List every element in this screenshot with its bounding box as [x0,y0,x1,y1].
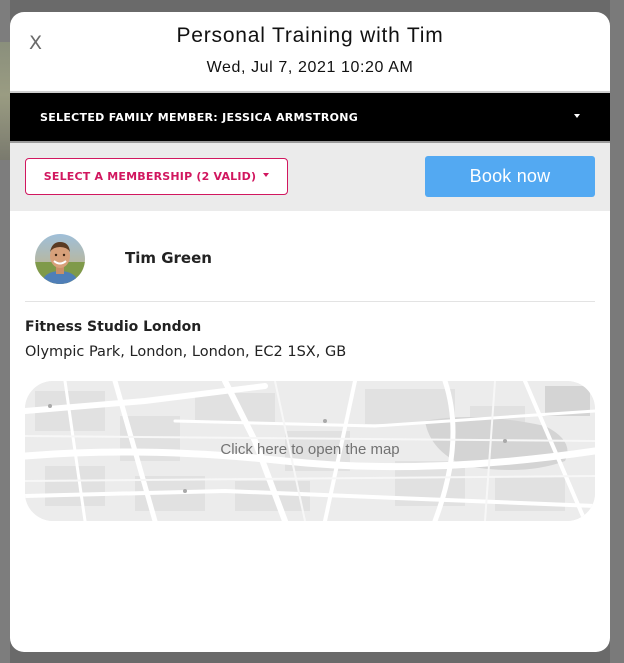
trainer-row: Tim Green [10,211,610,301]
membership-button-label: SELECT A MEMBERSHIP (2 VALID) [43,170,257,183]
map-preview[interactable]: Click here to open the map [25,381,595,521]
caret-down-icon [574,114,580,118]
select-membership-button[interactable]: SELECT A MEMBERSHIP (2 VALID) [25,158,288,195]
background-page-right [610,0,624,663]
family-member-label: SELECTED FAMILY MEMBER: JESSICA ARMSTRON… [40,110,359,124]
open-map-prompt: Click here to open the map [220,441,400,458]
trainer-name: Tim Green [125,249,212,267]
family-member-dropdown[interactable]: SELECTED FAMILY MEMBER: JESSICA ARMSTRON… [10,91,610,143]
session-datetime: Wed, Jul 7, 2021 10:20 AM [206,59,414,76]
modal-title: Personal Training with Tim [176,24,444,47]
trainer-avatar [35,234,85,284]
venue-name: Fitness Studio London [25,319,202,335]
divider [25,301,595,302]
caret-down-icon [263,172,270,177]
book-now-button[interactable]: Book now [425,156,595,197]
background-photo [0,42,10,160]
booking-modal: X Personal Training with Tim Wed, Jul 7,… [10,12,610,652]
venue-address: Olympic Park, London, London, EC2 1SX, G… [25,344,347,360]
booking-action-bar: SELECT A MEMBERSHIP (2 VALID) Book now [10,143,610,211]
